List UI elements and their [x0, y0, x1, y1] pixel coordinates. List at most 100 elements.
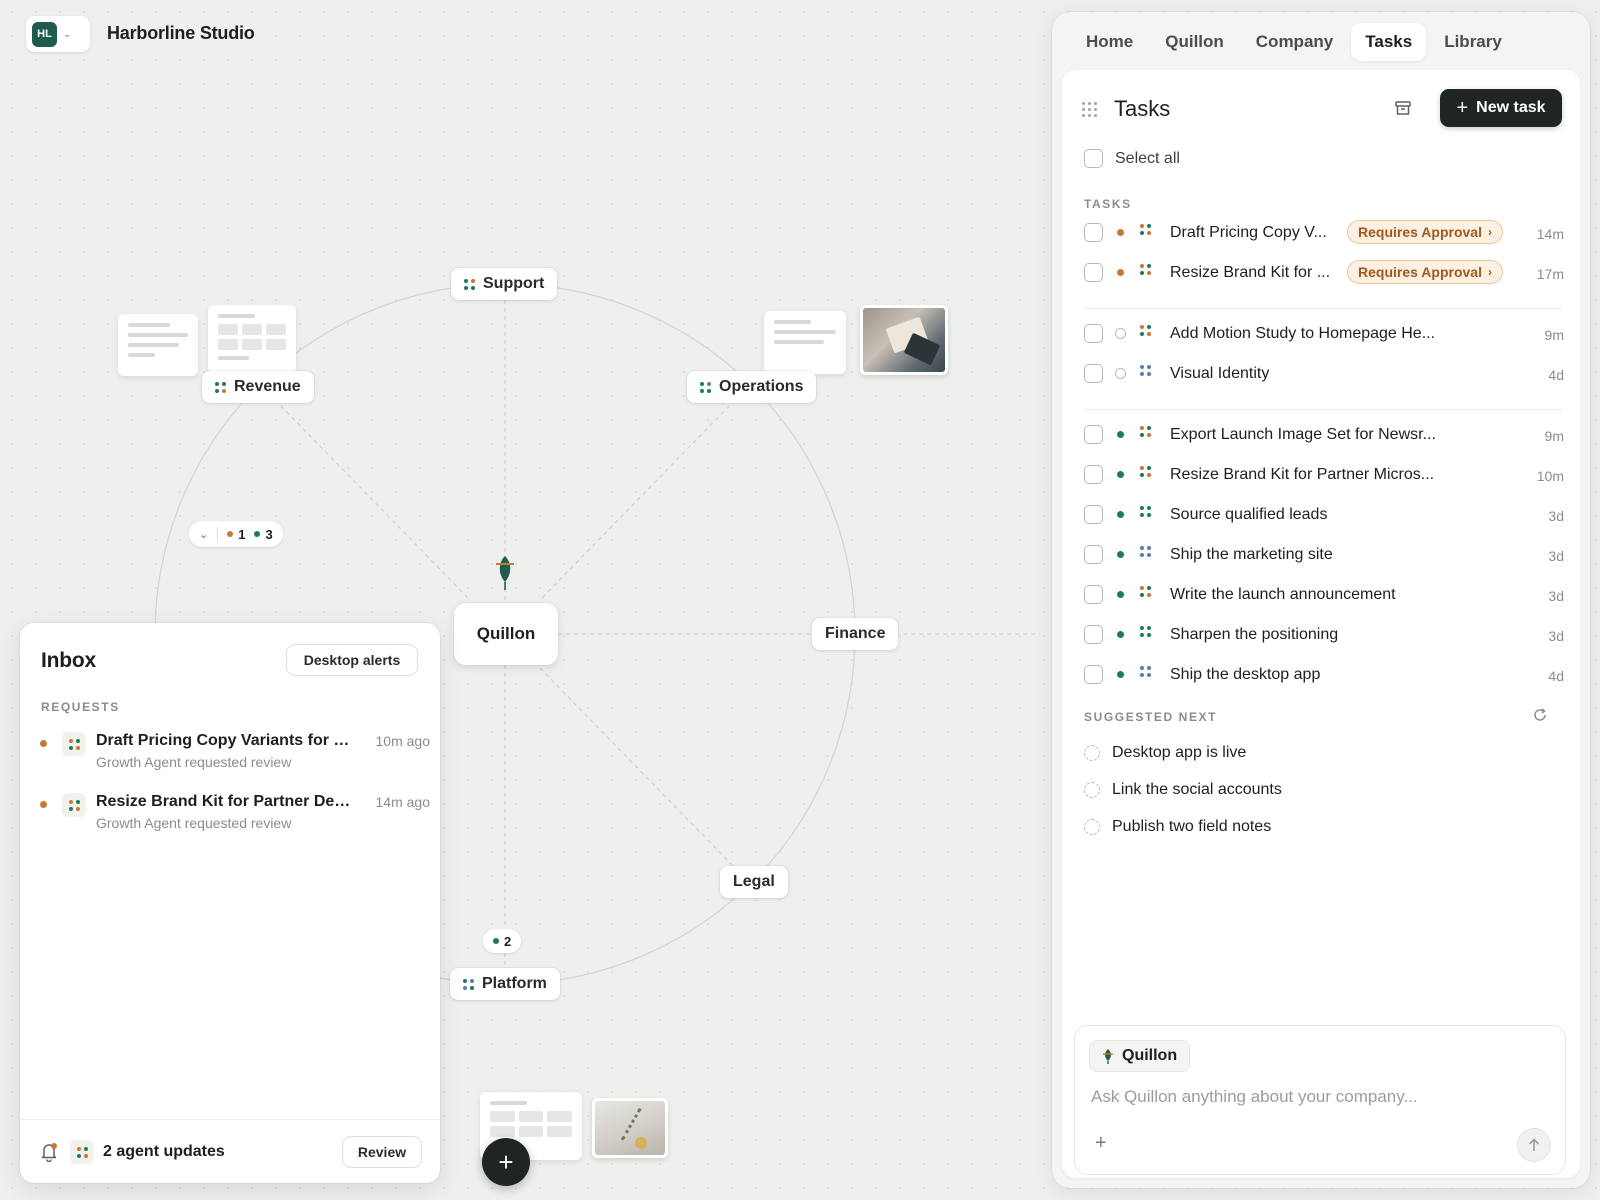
agent-dots-icon — [1140, 626, 1151, 637]
task-title: Ship the marketing site — [1170, 546, 1333, 563]
task-row[interactable]: Ship the desktop app 4d — [1084, 655, 1564, 695]
task-row[interactable]: Ship the marketing site 3d — [1084, 535, 1564, 575]
status-dot — [1117, 671, 1124, 678]
status-ring — [1115, 368, 1126, 379]
quill-icon — [496, 556, 514, 590]
inbox-item[interactable]: Resize Brand Kit for Partner Deck Growth… — [40, 793, 430, 843]
agent-chip[interactable]: Quillon — [1089, 1040, 1191, 1072]
review-button[interactable]: Review — [342, 1136, 422, 1168]
agent-dots-icon — [1140, 426, 1151, 437]
task-row[interactable]: Resize Brand Kit for ... Requires Approv… — [1084, 253, 1564, 293]
task-checkbox[interactable] — [1084, 465, 1103, 484]
task-checkbox[interactable] — [1084, 324, 1103, 343]
badge-label: Requires Approval — [1358, 224, 1482, 240]
task-checkbox[interactable] — [1084, 665, 1103, 684]
requests-section-label: REQUESTS — [41, 700, 120, 714]
agent-updates-count: 2 agent updates — [103, 1143, 225, 1160]
node-support[interactable]: Support — [451, 268, 558, 300]
task-row[interactable]: Sharpen the positioning 3d — [1084, 615, 1564, 655]
task-checkbox[interactable] — [1084, 505, 1103, 524]
task-row[interactable]: Resize Brand Kit for Partner Micros... 1… — [1084, 455, 1564, 495]
doc-thumbnail[interactable] — [118, 314, 198, 376]
task-row[interactable]: Export Launch Image Set for Newsr... 9m — [1084, 415, 1564, 455]
task-title: Resize Brand Kit for Partner Micros... — [1170, 466, 1435, 483]
suggested-title: Desktop app is live — [1112, 744, 1247, 761]
add-button[interactable]: + — [482, 1138, 530, 1186]
task-title: Write the launch announcement — [1170, 586, 1396, 603]
revenue-task-counter[interactable]: ⌄ 1 3 — [189, 521, 283, 547]
status-dot — [1117, 511, 1124, 518]
agent-dots-icon — [700, 381, 711, 393]
plus-icon[interactable]: + — [1095, 1132, 1107, 1155]
center-node-quillon[interactable]: Quillon — [454, 603, 558, 665]
doc-thumbnail[interactable] — [208, 305, 296, 373]
task-row[interactable]: Source qualified leads 3d — [1084, 495, 1564, 535]
inbox-item[interactable]: Draft Pricing Copy Variants for Partner … — [40, 732, 430, 782]
new-task-button[interactable]: + New task — [1440, 89, 1562, 127]
select-all-row[interactable]: Select all — [1084, 149, 1180, 168]
chevron-down-icon: ⌄ — [199, 528, 209, 541]
platform-task-counter[interactable]: 2 — [483, 929, 522, 953]
inbox-item-title: Resize Brand Kit for Partner Deck — [96, 793, 351, 810]
photo-thumbnail[interactable] — [860, 305, 948, 375]
tab-home[interactable]: Home — [1072, 23, 1147, 61]
suggested-title: Link the social accounts — [1112, 781, 1282, 798]
node-operations[interactable]: Operations — [687, 371, 817, 403]
suggested-title: Publish two field notes — [1112, 818, 1272, 835]
node-platform[interactable]: Platform — [450, 968, 560, 1000]
send-button[interactable] — [1517, 1128, 1551, 1162]
status-dot — [40, 740, 47, 747]
suggested-item[interactable]: Publish two field notes — [1084, 812, 1524, 844]
archive-icon[interactable] — [1394, 99, 1412, 122]
dashed-circle-icon — [1084, 745, 1100, 761]
task-checkbox[interactable] — [1084, 545, 1103, 564]
node-label: Legal — [733, 873, 775, 890]
doc-thumbnail[interactable] — [764, 311, 846, 374]
node-label: Revenue — [234, 378, 301, 395]
task-checkbox[interactable] — [1084, 364, 1103, 383]
orange-count: 1 — [238, 526, 246, 542]
task-time: 17m — [1536, 266, 1564, 282]
agent-dots-icon — [1140, 365, 1151, 376]
tab-quillon[interactable]: Quillon — [1151, 23, 1238, 61]
photo-thumbnail[interactable] — [592, 1098, 668, 1158]
drag-handle-icon[interactable] — [1082, 102, 1097, 117]
tab-company[interactable]: Company — [1242, 23, 1347, 61]
new-task-label: New task — [1476, 99, 1546, 116]
task-row[interactable]: Add Motion Study to Homepage He... 9m — [1084, 314, 1564, 354]
task-time: 4d — [1548, 367, 1564, 383]
task-checkbox[interactable] — [1084, 425, 1103, 444]
dashed-circle-icon — [1084, 782, 1100, 798]
task-checkbox[interactable] — [1084, 625, 1103, 644]
agent-dots-icon — [62, 732, 86, 756]
agent-chip-label: Quillon — [1122, 1047, 1178, 1064]
task-row[interactable]: Draft Pricing Copy V... Requires Approva… — [1084, 213, 1564, 253]
node-revenue[interactable]: Revenue — [202, 371, 314, 403]
bell-icon[interactable] — [40, 1142, 58, 1167]
tab-tasks[interactable]: Tasks — [1351, 23, 1427, 61]
status-dot — [1117, 269, 1124, 276]
task-checkbox[interactable] — [1084, 585, 1103, 604]
select-all-checkbox[interactable] — [1084, 149, 1103, 168]
task-checkbox[interactable] — [1084, 223, 1103, 242]
tab-library[interactable]: Library — [1430, 23, 1516, 61]
divider — [1084, 409, 1562, 410]
inbox-item-subtitle: Growth Agent requested review — [96, 754, 292, 770]
requires-approval-badge[interactable]: Requires Approval › — [1347, 260, 1503, 284]
requires-approval-badge[interactable]: Requires Approval › — [1347, 220, 1503, 244]
task-row[interactable]: Write the launch announcement 3d — [1084, 575, 1564, 615]
refresh-icon[interactable] — [1532, 707, 1548, 728]
node-legal[interactable]: Legal — [720, 866, 788, 898]
suggested-item[interactable]: Desktop app is live — [1084, 738, 1524, 770]
node-finance[interactable]: Finance — [812, 618, 899, 650]
task-row[interactable]: Visual Identity 4d — [1084, 354, 1564, 394]
task-title: Visual Identity — [1170, 365, 1270, 382]
chat-input[interactable] — [1091, 1084, 1531, 1110]
task-checkbox[interactable] — [1084, 263, 1103, 282]
status-dot — [1117, 471, 1124, 478]
desktop-alerts-button[interactable]: Desktop alerts — [286, 644, 418, 676]
task-title: Ship the desktop app — [1170, 666, 1321, 683]
inbox-item-time: 10m ago — [375, 733, 430, 749]
suggested-item[interactable]: Link the social accounts — [1084, 775, 1524, 807]
agent-dots-icon — [1140, 466, 1151, 477]
